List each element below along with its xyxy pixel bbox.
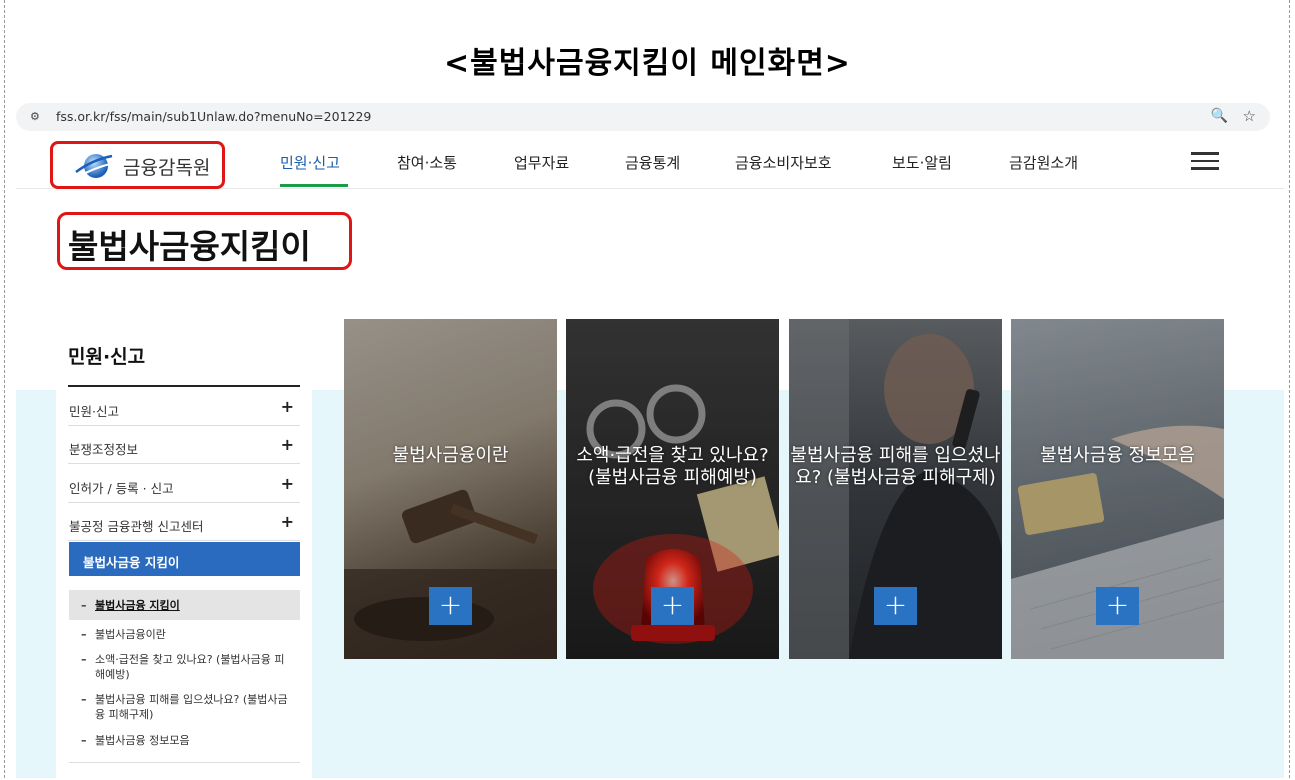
- submenu-label: 불법사금융이란: [95, 628, 166, 641]
- sidebar-item-illegal-finance-active[interactable]: 불법사금융 지킴이: [69, 542, 300, 576]
- sidebar-item-unfair-practice[interactable]: 불공정 금융관행 신고센터 +: [68, 503, 300, 541]
- logo-highlight-box: [50, 141, 225, 189]
- submenu-label: 불법사금융 지킴이: [95, 599, 180, 612]
- sidebar-item-label: 민원·신고: [69, 404, 119, 419]
- site-settings-icon[interactable]: ⚙: [30, 110, 40, 123]
- nav-materials[interactable]: 업무자료: [514, 152, 569, 173]
- expand-plus-icon[interactable]: +: [281, 474, 294, 493]
- nav-statistics[interactable]: 금융통계: [625, 152, 680, 173]
- zoom-icon[interactable]: 🔍: [1211, 108, 1228, 124]
- sidebar-item-label: 분쟁조정정보: [69, 442, 139, 457]
- sidebar-item-label: 불법사금융 지킴이: [83, 555, 180, 570]
- expand-plus-icon[interactable]: +: [281, 512, 294, 531]
- plus-icon[interactable]: +: [651, 587, 694, 625]
- submenu-item-info[interactable]: – 불법사금융 정보모음: [81, 733, 291, 748]
- nav-complaints[interactable]: 민원·신고: [280, 152, 340, 173]
- url-text[interactable]: fss.or.kr/fss/main/sub1Unlaw.do?menuNo=2…: [56, 109, 371, 124]
- sidebar-submenu: – 불법사금융 지킴이 – 불법사금융이란 – 소액·급전을 찾고 있나요? (…: [69, 590, 300, 763]
- expand-plus-icon[interactable]: +: [281, 435, 294, 454]
- submenu-item-prevention[interactable]: – 소액·급전을 찾고 있나요? (불법사금융 피해예방): [81, 652, 291, 682]
- submenu-label: 불법사금융 정보모음: [95, 734, 190, 747]
- sidebar-item-complaints[interactable]: 민원·신고 +: [68, 388, 300, 426]
- card-illegal-finance-definition[interactable]: 불법사금융이란 +: [344, 319, 557, 659]
- submenu-item-relief[interactable]: – 불법사금융 피해를 입으셨나요? (불법사금융 피해구제): [81, 692, 291, 722]
- plus-icon[interactable]: +: [1096, 587, 1139, 625]
- sidebar-divider: [68, 385, 300, 387]
- expand-plus-icon[interactable]: +: [281, 397, 294, 416]
- bullet-dash: –: [81, 628, 87, 641]
- sidebar-item-label: 인허가 / 등록 · 신고: [69, 481, 174, 496]
- bullet-dash: –: [81, 599, 87, 612]
- plus-icon[interactable]: +: [429, 587, 472, 625]
- bullet-dash: –: [81, 653, 87, 666]
- card-title: 불법사금융이란: [392, 445, 509, 466]
- submenu-item-main[interactable]: – 불법사금융 지킴이: [81, 598, 291, 613]
- figure-caption: <불법사금융지킴이 메인화면>: [444, 46, 851, 81]
- card-title: 불법사금융 피해를 입으셨나요? (불법사금융 피해구제): [790, 445, 1001, 488]
- card-title: 불법사금융 정보모음: [1040, 445, 1195, 466]
- nav-about[interactable]: 금감원소개: [1009, 152, 1078, 173]
- address-bar[interactable]: ⚙ fss.or.kr/fss/main/sub1Unlaw.do?menuNo…: [16, 103, 1270, 131]
- submenu-label: 불법사금융 피해를 입으셨나요? (불법사금융 피해구제): [95, 693, 288, 721]
- card-relief[interactable]: 불법사금융 피해를 입으셨나요? (불법사금융 피해구제) +: [789, 319, 1002, 659]
- title-highlight-box: [57, 212, 352, 270]
- card-prevention[interactable]: 소액·급전을 찾고 있나요? (불법사금융 피해예방) +: [566, 319, 779, 659]
- sidebar-item-licensing[interactable]: 인허가 / 등록 · 신고 +: [68, 465, 300, 503]
- sidebar-item-label: 불공정 금융관행 신고센터: [69, 519, 204, 534]
- card-info-collection[interactable]: 불법사금융 정보모음 +: [1011, 319, 1224, 659]
- nav-participation[interactable]: 참여·소통: [397, 152, 457, 173]
- nav-consumer-protection[interactable]: 금융소비자보호: [735, 152, 832, 173]
- bookmark-star-icon[interactable]: ☆: [1243, 107, 1256, 125]
- hamburger-menu-icon[interactable]: [1191, 152, 1219, 172]
- submenu-item-definition[interactable]: – 불법사금융이란: [81, 627, 291, 642]
- nav-press[interactable]: 보도·알림: [892, 152, 952, 173]
- bullet-dash: –: [81, 693, 87, 706]
- card-title: 소액·급전을 찾고 있나요? (불법사금융 피해예방): [576, 445, 769, 488]
- sidebar-title: 민원·신고: [68, 346, 146, 368]
- sidebar-item-dispute[interactable]: 분쟁조정정보 +: [68, 426, 300, 464]
- submenu-label: 소액·급전을 찾고 있나요? (불법사금융 피해예방): [95, 653, 285, 681]
- bullet-dash: –: [81, 734, 87, 747]
- plus-icon[interactable]: +: [874, 587, 917, 625]
- active-nav-underline: [280, 184, 348, 187]
